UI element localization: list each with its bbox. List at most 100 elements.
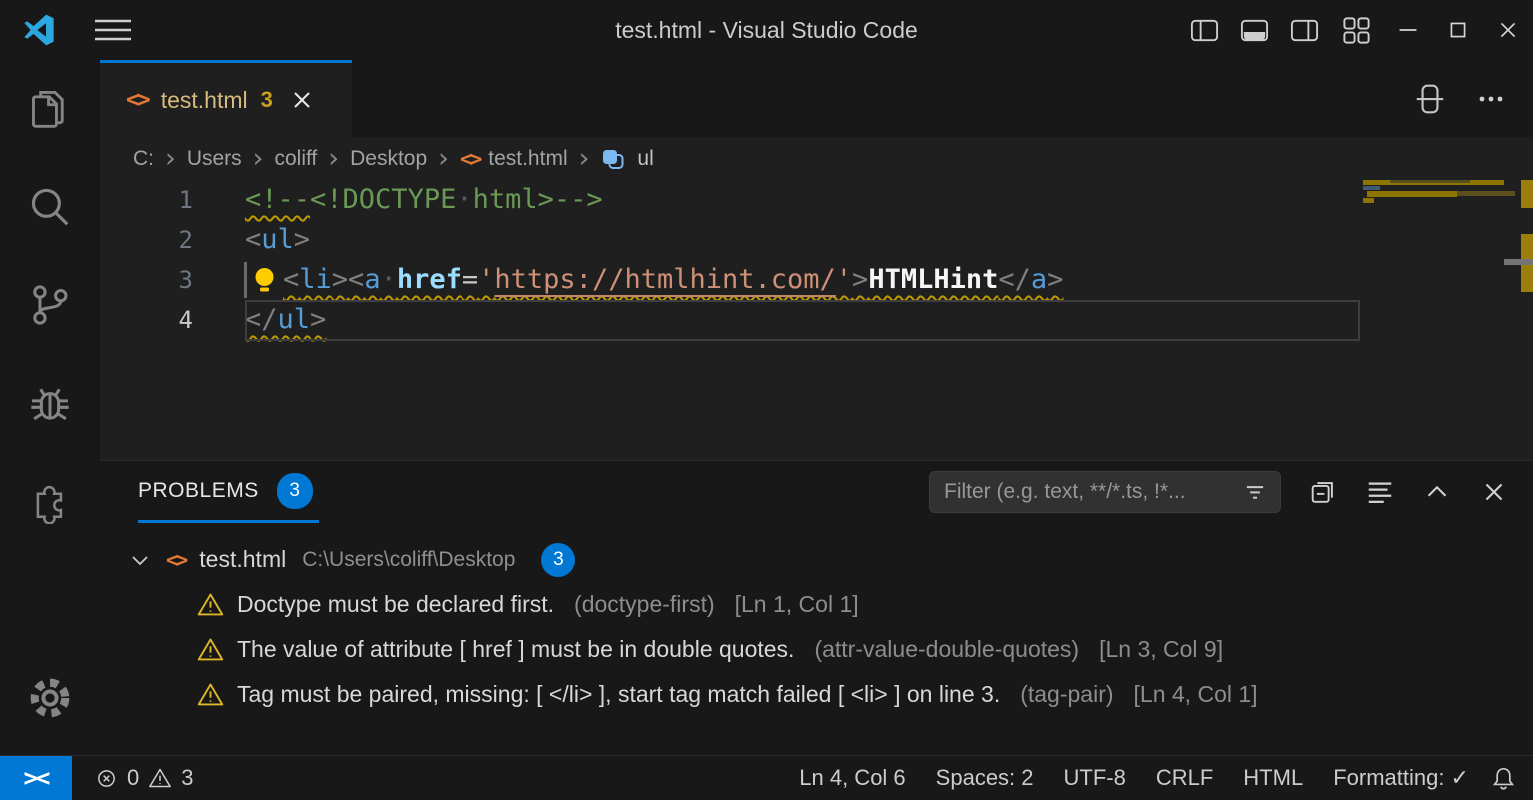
code-line: 2<ul> [100,220,1533,260]
extensions-icon[interactable] [0,452,100,550]
search-icon[interactable] [0,158,100,256]
problems-file-name: test.html [199,546,286,573]
breadcrumb-separator-icon: › [326,149,341,169]
status-problems[interactable]: 0 3 [94,765,194,791]
problems-panel: PROBLEMS 3 [100,460,1533,755]
remote-icon: >< [24,764,49,792]
close-tab-icon[interactable] [290,88,314,112]
toggle-secondary-sidebar-icon[interactable] [1279,0,1329,60]
status-bar: >< 0 3 Ln 4, Col 6Spaces: 2UTF-8CRLFHTML… [0,755,1533,800]
problem-rule: (tag-pair) [1020,681,1113,708]
settings-gear-icon[interactable] [0,653,100,743]
breadcrumb-item-c[interactable]: C: [133,147,154,171]
breadcrumb: C:›Users›coliff›Desktop›<>test.html›ul [100,137,1533,180]
warning-icon [196,590,225,619]
code-line: 3<li><a·href='https://htmlhint.com/'>HTM… [100,260,1533,300]
warning-icon [196,680,225,709]
filter-input[interactable] [944,480,1242,504]
source-control-icon[interactable] [0,256,100,354]
split-editor-icon[interactable] [1413,82,1447,116]
html-file-icon: <> [126,87,148,113]
overview-ruler-cursor-mark [1504,259,1533,265]
problems-tree: <> test.html C:\Users\coliff\Desktop 3 D… [100,523,1533,717]
status-item-language-mode[interactable]: HTML [1228,765,1318,791]
problem-position: [Ln 4, Col 1] [1134,681,1258,708]
minimize-window-icon[interactable] [1383,0,1433,60]
warning-icon [196,635,225,664]
toggle-panel-icon[interactable] [1229,0,1279,60]
cursor-marker [244,262,247,298]
run-debug-icon[interactable] [0,354,100,452]
code-line: 4</ul> [100,300,1533,340]
line-number: 4 [100,300,245,340]
problem-message: Doctype must be declared first. [237,591,554,618]
problem-row[interactable]: Tag must be paired, missing: [ </li> ], … [100,672,1533,717]
problems-count-badge: 3 [277,473,313,509]
remote-indicator[interactable]: >< [0,756,72,800]
customize-layout-icon[interactable] [1329,0,1383,60]
toggle-primary-sidebar-icon[interactable] [1179,0,1229,60]
warning-icon [147,765,173,791]
file-problems-count-badge: 3 [541,543,575,577]
panel-header: PROBLEMS 3 [100,461,1533,523]
status-item-cursor-position[interactable]: Ln 4, Col 6 [784,765,920,791]
title-bar: test.html - Visual Studio Code [0,0,1533,60]
status-item-formatting[interactable]: Formatting: ✓ [1318,765,1484,791]
tab-label: test.html [161,87,248,114]
panel-actions [929,471,1509,513]
tab-test-html[interactable]: <> test.html 3 [100,60,352,137]
tab-problem-count: 3 [261,87,273,113]
vscode-logo-icon [22,13,56,47]
collapse-all-icon[interactable] [1308,477,1338,507]
notifications-bell-icon[interactable] [1490,765,1517,792]
line-number: 2 [100,220,245,260]
activity-bar [0,60,100,755]
status-item-eol-sequence[interactable]: CRLF [1141,765,1228,791]
view-as-table-icon[interactable] [1365,477,1395,507]
status-item-encoding[interactable]: UTF-8 [1049,765,1141,791]
symbol-field-icon [600,146,626,172]
problems-filter [929,471,1281,513]
overview-ruler-warning-mark [1521,180,1533,208]
maximize-window-icon[interactable] [1433,0,1483,60]
warning-count: 3 [181,765,193,791]
problem-message: Tag must be paired, missing: [ </li> ], … [237,681,1000,708]
breadcrumb-item-desktop[interactable]: Desktop [350,147,427,171]
breadcrumb-item-testhtml[interactable]: test.html [488,147,567,171]
chevron-down-icon [128,548,152,572]
code-line: 1<!--<!DOCTYPE·html>--> [100,180,1533,220]
problem-row[interactable]: The value of attribute [ href ] must be … [100,627,1533,672]
editor-actions [1413,60,1507,137]
breadcrumb-item-users[interactable]: Users [187,147,242,171]
maximize-panel-icon[interactable] [1422,477,1452,507]
code-line-text: <li><a·href='https://htmlhint.com/'>HTML… [245,260,1063,300]
close-panel-icon[interactable] [1479,477,1509,507]
tab-problems[interactable]: PROBLEMS 3 [138,461,319,523]
breadcrumb-separator-icon: › [251,149,266,169]
close-window-icon[interactable] [1483,0,1533,60]
problem-position: [Ln 1, Col 1] [735,591,859,618]
code-line-text: <!--<!DOCTYPE·html>--> [245,180,603,220]
line-number: 1 [100,180,245,220]
problem-position: [Ln 3, Col 9] [1099,636,1223,663]
status-item-indentation[interactable]: Spaces: 2 [921,765,1049,791]
minimap[interactable] [1362,180,1512,238]
more-actions-icon[interactable] [1475,83,1507,115]
breadcrumb-item-coliff[interactable]: coliff [274,147,317,171]
explorer-icon[interactable] [0,60,100,158]
error-count: 0 [127,765,139,791]
tab-bar: <> test.html 3 [100,60,1533,137]
breadcrumb-separator-icon: › [577,149,592,169]
code-line-text: <ul> [245,220,310,260]
status-bar-right: Ln 4, Col 6Spaces: 2UTF-8CRLFHTMLFormatt… [784,765,1484,791]
problem-row[interactable]: Doctype must be declared first.(doctype-… [100,582,1533,627]
error-icon [94,766,119,791]
problems-title: PROBLEMS [138,479,259,503]
line-number: 3 [100,260,245,300]
code-line-text: </ul> [245,300,326,340]
breadcrumb-item-ul[interactable]: ul [637,147,653,171]
problems-file-path: C:\Users\coliff\Desktop [302,548,515,572]
menu-icon[interactable] [94,17,132,43]
code-editor[interactable]: 1<!--<!DOCTYPE·html>-->2<ul>3<li><a·href… [100,180,1533,460]
problems-file-row[interactable]: <> test.html C:\Users\coliff\Desktop 3 [100,537,1533,582]
